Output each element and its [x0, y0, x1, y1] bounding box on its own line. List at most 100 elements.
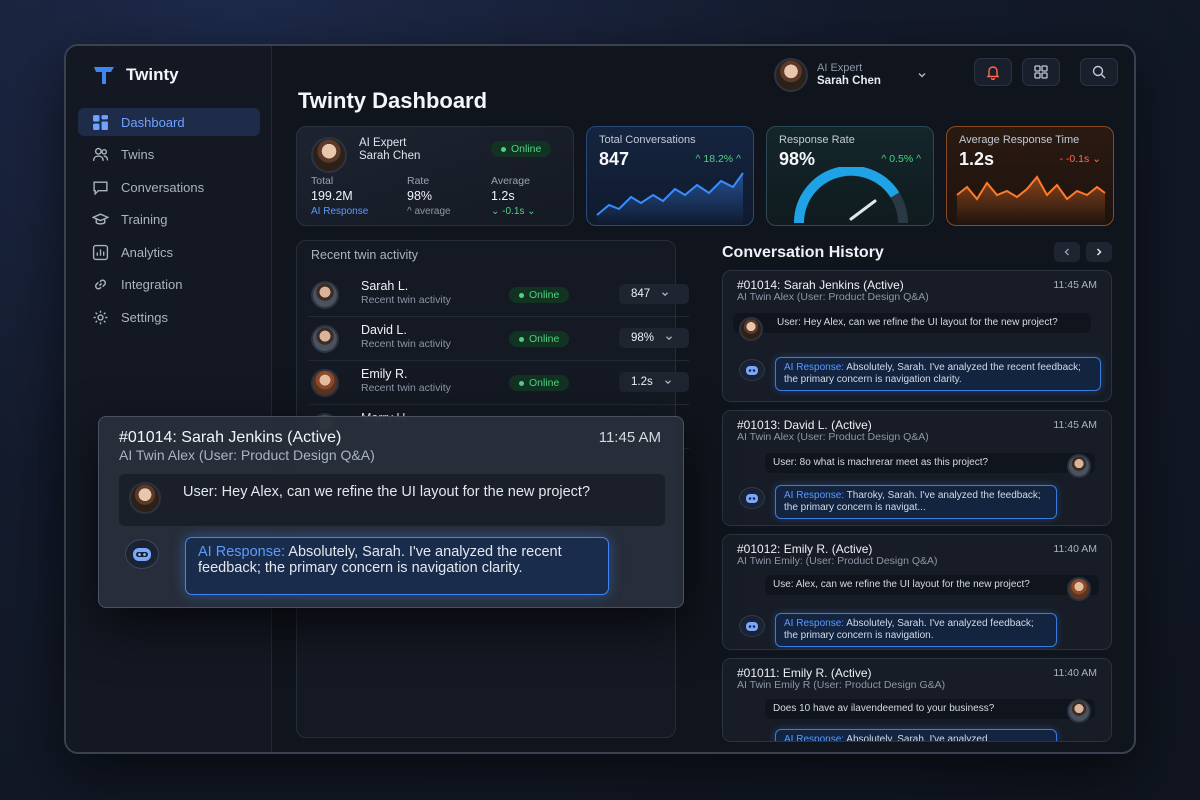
status-badge: Online — [509, 287, 570, 303]
user-name: Sarah Chen — [817, 75, 881, 87]
profile-name: Sarah Chen — [359, 150, 421, 162]
sidebar-item-conversations[interactable]: Conversations — [78, 173, 260, 201]
profile-role: AI Expert — [359, 137, 407, 149]
app-window: Twinty Dashboard Twins Conversations Tra… — [64, 44, 1136, 754]
conversation-card[interactable]: #01013: David L. (Active) 11:45 AM AI Tw… — [722, 410, 1112, 526]
twin-desc: Recent twin activity — [361, 382, 451, 394]
apps-button[interactable] — [1022, 58, 1060, 86]
sidebar-item-settings[interactable]: Settings — [78, 303, 260, 331]
sidebar-item-label: Analytics — [121, 244, 174, 260]
metric-value: 847 — [631, 288, 651, 300]
chat-icon — [93, 180, 108, 196]
twin-desc: Recent twin activity — [361, 338, 451, 350]
status-badge: Online — [509, 375, 570, 391]
metric-dropdown[interactable]: 98% — [619, 328, 689, 348]
profile-stat-total: Total 199.2M AI Response — [311, 175, 368, 217]
ai-message: AI Response: Absolutely, Sarah. I've ana… — [775, 613, 1057, 647]
bot-avatar — [739, 487, 765, 509]
average-response-time-card[interactable]: Average Response Time 1.2s - -0.1s ⌄ — [946, 126, 1114, 226]
stat-sub: AI Response — [311, 206, 369, 217]
sidebar-item-label: Integration — [121, 277, 183, 292]
user-menu[interactable]: AI Expert Sarah Chen — [774, 58, 928, 92]
page-title: Twinty Dashboard — [298, 88, 488, 113]
status-badge: Online — [491, 141, 552, 157]
card-label: Response Rate — [779, 134, 855, 146]
expanded-conversation-card[interactable]: #01014: Sarah Jenkins (Active) 11:45 AM … — [98, 416, 684, 608]
sidebar-item-training[interactable]: Training — [78, 206, 260, 234]
robot-icon — [746, 366, 758, 375]
conversation-sub: AI Twin Alex (User: Product Design Q&A) — [737, 291, 929, 303]
avatar — [774, 58, 808, 92]
stat-label: Rate — [407, 175, 430, 187]
metric-dropdown[interactable]: 847 — [619, 284, 689, 304]
conversation-time: 11:45 AM — [1053, 419, 1097, 431]
stat-value: 199.2M — [311, 189, 353, 203]
list-item[interactable]: Sarah L. Recent twin activity Online 847 — [309, 273, 689, 317]
history-next-button[interactable] — [1086, 242, 1112, 262]
conversation-card[interactable]: #01012: Emily R. (Active) 11:40 AM AI Tw… — [722, 534, 1112, 650]
total-conversations-card[interactable]: Total Conversations 847 ^ 18.2% ^ — [586, 126, 754, 226]
conversation-time: 11:40 AM — [1053, 667, 1097, 679]
card-delta: - -0.1s ⌄ — [1059, 153, 1101, 165]
app-logo[interactable]: Twinty — [92, 64, 179, 86]
chevron-right-icon — [1096, 248, 1102, 256]
sidebar-item-dashboard[interactable]: Dashboard — [78, 108, 260, 136]
ai-message: AI Response: Absolutely, Sarah. I've ana… — [185, 537, 609, 595]
sidebar-item-label: Training — [121, 212, 168, 227]
chevron-down-icon — [666, 336, 672, 341]
graduation-cap-icon — [92, 213, 109, 225]
stat-label: Average — [491, 175, 530, 187]
avatar — [129, 482, 161, 514]
grid-icon — [1034, 65, 1048, 79]
user-message: User: Hey Alex, can we refine the UI lay… — [733, 313, 1091, 333]
stat-value: 98% — [407, 189, 433, 203]
sidebar-item-integration[interactable]: Integration — [78, 271, 260, 299]
robot-icon — [746, 622, 758, 631]
conversation-id: #01013: David L. (Active) — [737, 418, 872, 432]
bot-avatar — [125, 539, 159, 569]
conversations-sparkline — [596, 172, 744, 225]
ai-message: AI Response: Tharoky, Sarah. I've analyz… — [775, 485, 1057, 519]
conversation-sub: AI Twin Alex (User: Product Design Q&A) — [737, 431, 929, 443]
card-label: Total Conversations — [599, 134, 696, 146]
avatar — [1067, 699, 1091, 723]
list-item[interactable]: David L. Recent twin activity Online 98% — [309, 317, 689, 361]
stat-sub: ⌄ -0.1s ⌄ — [491, 206, 536, 217]
conversation-sub: AI Twin Emily R (User: Product Design G&… — [737, 679, 946, 691]
twin-desc: Recent twin activity — [361, 294, 451, 306]
sidebar-item-label: Conversations — [121, 179, 205, 195]
bot-avatar — [739, 615, 765, 637]
notifications-button[interactable] — [974, 58, 1012, 86]
sidebar-item-twins[interactable]: Twins — [78, 141, 260, 169]
ai-prefix: AI Response: — [784, 362, 845, 373]
ai-message: AI Response: Absolutely, Sarah. I've ana… — [775, 729, 1057, 741]
twin-name: Sarah L. — [361, 279, 409, 293]
dashboard-icon — [93, 114, 108, 130]
history-prev-button[interactable] — [1054, 242, 1080, 262]
metric-value: 98% — [631, 332, 655, 344]
conversation-history-title: Conversation History — [722, 244, 884, 261]
profile-stat-average: Average 1.2s ⌄ -0.1s ⌄ — [491, 175, 536, 217]
profile-card[interactable]: AI Expert Sarah Chen Online Total 199.2M… — [296, 126, 574, 226]
status-text: Online — [529, 289, 560, 301]
app-name: Twinty — [126, 65, 179, 84]
conversation-card[interactable]: #01014: Sarah Jenkins (Active) 11:45 AM … — [722, 270, 1112, 402]
response-time-sparkline — [956, 175, 1106, 225]
card-delta: ^ 0.5% ^ — [881, 153, 921, 165]
response-rate-card[interactable]: Response Rate 98% ^ 0.5% ^ — [766, 126, 934, 226]
conversation-time: 11:40 AM — [1053, 543, 1097, 555]
status-badge: Online — [509, 331, 570, 347]
sidebar-nav: Dashboard Twins Conversations Training A… — [78, 108, 260, 336]
list-item[interactable]: Emily R. Recent twin activity Online 1.2… — [309, 361, 689, 405]
conversation-card[interactable]: #01011: Emily R. (Active) 11:40 AM AI Tw… — [722, 658, 1112, 742]
users-icon — [92, 147, 109, 161]
twin-name: David L. — [361, 323, 407, 337]
sidebar-item-analytics[interactable]: Analytics — [78, 238, 260, 266]
search-icon — [1092, 65, 1106, 79]
metric-dropdown[interactable]: 1.2s — [619, 372, 689, 392]
avatar — [311, 137, 347, 173]
bell-icon — [986, 66, 1000, 80]
conversation-sub: AI Twin Alex (User: Product Design Q&A) — [119, 447, 375, 463]
bar-chart-icon — [92, 244, 109, 260]
search-button[interactable] — [1080, 58, 1118, 86]
